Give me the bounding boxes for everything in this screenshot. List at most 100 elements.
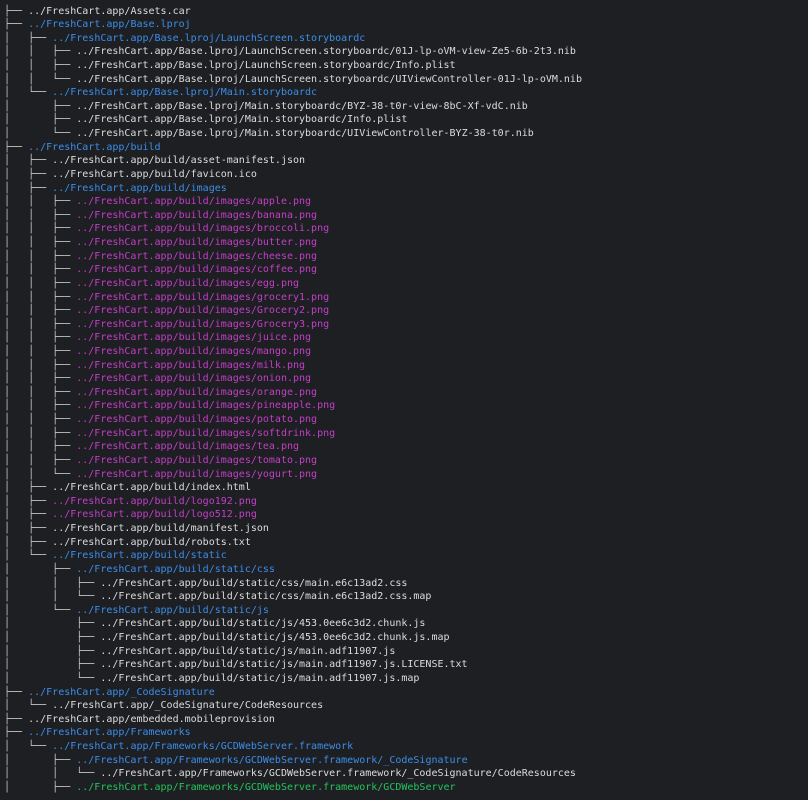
image-file-path: ../FreshCart.app/build/images/tea.png: [76, 441, 300, 453]
image-file-path: ../FreshCart.app/build/images/onion.png: [76, 373, 312, 385]
file-tree: ├── ../FreshCart.app/Assets.car ├── ../Fr…: [0, 0, 808, 800]
image-file-path: ../FreshCart.app/build/images/egg.png: [76, 277, 300, 289]
directory-path: ../FreshCart.app/build/static/css: [76, 563, 275, 575]
file-path: ../FreshCart.app/build/static/js/453.0ee…: [100, 618, 426, 630]
directory-path: ../FreshCart.app/Base.lproj: [28, 19, 191, 31]
directory-path: ../FreshCart.app/Base.lproj/LaunchScreen…: [52, 32, 366, 44]
tree-branch: │ ├──: [4, 100, 77, 112]
tree-branch: │ │ ├──: [4, 454, 77, 466]
tree-row: │ │ ├── ../FreshCart.app/build/images/pi…: [4, 399, 335, 413]
tree-branch: │ │ ├──: [4, 414, 77, 426]
tree-branch: │ └──: [4, 740, 53, 752]
tree-branch: │ │ ├──: [4, 386, 77, 398]
tree-row: │ └── ../FreshCart.app/_CodeSignature/Co…: [4, 699, 323, 713]
tree-branch: │ │ ├──: [4, 196, 77, 208]
file-path: ../FreshCart.app/build/static/js/main.ad…: [100, 645, 396, 657]
tree-branch: ├──: [4, 713, 29, 725]
image-file-path: ../FreshCart.app/build/images/potato.png: [76, 414, 318, 426]
tree-branch: │ │ ├──: [4, 441, 77, 453]
tree-branch: │ ├──: [4, 495, 53, 507]
tree-branch: │ ├──: [4, 168, 53, 180]
tree-branch: │ ├──: [4, 482, 53, 494]
tree-row: │ └── ../FreshCart.app/Frameworks/GCDWeb…: [4, 740, 353, 754]
tree-branch: │ │ └──: [4, 468, 77, 480]
tree-row: │ │ ├── ../FreshCart.app/build/images/on…: [4, 372, 311, 386]
directory-path: ../FreshCart.app/build/images: [52, 182, 227, 194]
tree-branch: │ ├──: [4, 155, 53, 167]
tree-row: ├── ../FreshCart.app/embedded.mobileprov…: [4, 713, 275, 727]
tree-row: │ │ ├── ../FreshCart.app/build/images/bu…: [4, 236, 317, 250]
file-path: ../FreshCart.app/Frameworks/GCDWebServer…: [100, 768, 576, 780]
tree-row: │ │ ├── ../FreshCart.app/build/images/te…: [4, 440, 299, 454]
tree-branch: │ ├──: [4, 509, 53, 521]
tree-row: │ ├── ../FreshCart.app/Frameworks/GCDWeb…: [4, 754, 468, 768]
tree-branch: │ │ ├──: [4, 577, 101, 589]
tree-row: │ │ ├── ../FreshCart.app/build/images/to…: [4, 454, 317, 468]
tree-branch: │ ├──: [4, 523, 53, 535]
tree-row: │ ├── ../FreshCart.app/build/static/js/4…: [4, 631, 450, 645]
tree-row: │ ├── ../FreshCart.app/build/manifest.js…: [4, 522, 269, 536]
directory-path: ../FreshCart.app/Frameworks/GCDWebServer…: [52, 740, 354, 752]
tree-branch: │ └──: [4, 672, 101, 684]
file-path: ../FreshCart.app/build/manifest.json: [52, 523, 269, 535]
tree-branch: │ ├──: [4, 645, 101, 657]
tree-branch: │ │ ├──: [4, 427, 77, 439]
image-file-path: ../FreshCart.app/build/images/Grocery2.p…: [76, 305, 330, 317]
image-file-path: ../FreshCart.app/build/images/softdrink.…: [76, 427, 336, 439]
image-file-path: ../FreshCart.app/build/images/mango.png: [76, 346, 312, 357]
file-path: ../FreshCart.app/build/index.html: [52, 482, 251, 494]
tree-row: │ ├── ../FreshCart.app/build/static/js/4…: [4, 617, 425, 631]
executable-path: ../FreshCart.app/Frameworks/GCDWebServer…: [76, 781, 456, 793]
file-path: ../FreshCart.app/build/favicon.ico: [52, 168, 257, 180]
directory-path: ../FreshCart.app/build/static: [52, 550, 227, 562]
tree-branch: │ ├──: [4, 563, 77, 575]
tree-row: │ │ └── ../FreshCart.app/Base.lproj/Laun…: [4, 73, 582, 87]
tree-branch: ├──: [4, 141, 29, 153]
image-file-path: ../FreshCart.app/build/images/tomato.png: [76, 454, 318, 466]
tree-row: ├── ../FreshCart.app/build: [4, 141, 161, 155]
tree-row: │ ├── ../FreshCart.app/build/static/css: [4, 563, 275, 577]
image-file-path: ../FreshCart.app/build/images/apple.png: [76, 196, 312, 208]
tree-row: │ └── ../FreshCart.app/Base.lproj/Main.s…: [4, 127, 534, 141]
tree-branch: │ │ ├──: [4, 400, 77, 412]
tree-branch: │ │ ├──: [4, 209, 77, 221]
directory-path: ../FreshCart.app/build/static/js: [76, 604, 269, 616]
tree-branch: │ │ ├──: [4, 373, 77, 385]
image-file-path: ../FreshCart.app/build/images/grocery1.p…: [76, 291, 330, 303]
file-path: ../FreshCart.app/build/static/css/main.e…: [100, 591, 432, 603]
tree-branch: │ │ ├──: [4, 346, 77, 357]
tree-row: │ │ ├── ../FreshCart.app/build/images/Gr…: [4, 304, 329, 318]
file-path: ../FreshCart.app/Base.lproj/LaunchScreen…: [76, 46, 576, 58]
tree-branch: │ ├──: [4, 32, 53, 44]
image-file-path: ../FreshCart.app/build/images/pineapple.…: [76, 400, 336, 412]
tree-branch: │ │ ├──: [4, 277, 77, 289]
file-path: ../FreshCart.app/build/static/js/453.0ee…: [100, 632, 450, 644]
tree-row: │ │ ├── ../FreshCart.app/build/images/eg…: [4, 277, 299, 291]
directory-path: ../FreshCart.app/Frameworks: [28, 727, 191, 739]
tree-row: │ ├── ../FreshCart.app/build/static/js/m…: [4, 645, 395, 659]
tree-row: │ ├── ../FreshCart.app/build/favicon.ico: [4, 168, 257, 182]
tree-branch: │ └──: [4, 700, 53, 712]
file-path: ../FreshCart.app/Base.lproj/Main.storybo…: [76, 100, 528, 112]
tree-branch: │ │ ├──: [4, 46, 77, 58]
tree-row: │ │ ├── ../FreshCart.app/build/images/ba…: [4, 209, 317, 223]
tree-branch: │ │ ├──: [4, 359, 77, 371]
tree-row: │ ├── ../FreshCart.app/build/index.html: [4, 481, 251, 495]
file-path: ../FreshCart.app/_CodeSignature/CodeReso…: [52, 700, 324, 712]
image-file-path: ../FreshCart.app/build/images/broccoli.p…: [76, 223, 330, 235]
tree-row: │ │ ├── ../FreshCart.app/build/images/mi…: [4, 359, 305, 373]
tree-branch: │ │ ├──: [4, 264, 77, 276]
tree-row: ├── ../FreshCart.app/Assets.car: [4, 5, 191, 19]
directory-path: ../FreshCart.app/Frameworks/GCDWebServer…: [76, 754, 468, 766]
tree-branch: │ │ ├──: [4, 305, 77, 317]
image-file-path: ../FreshCart.app/build/images/banana.png: [76, 209, 318, 221]
tree-branch: │ │ ├──: [4, 291, 77, 303]
tree-branch: │ │ └──: [4, 591, 101, 603]
file-path: ../FreshCart.app/build/robots.txt: [52, 536, 251, 548]
tree-branch: │ ├──: [4, 618, 101, 630]
tree-branch: │ ├──: [4, 754, 77, 766]
tree-branch: │ └──: [4, 604, 77, 616]
image-file-path: ../FreshCart.app/build/images/cheese.png: [76, 250, 318, 262]
image-file-path: ../FreshCart.app/build/logo192.png: [52, 495, 257, 507]
tree-row: │ ├── ../FreshCart.app/Base.lproj/Main.s…: [4, 113, 407, 127]
